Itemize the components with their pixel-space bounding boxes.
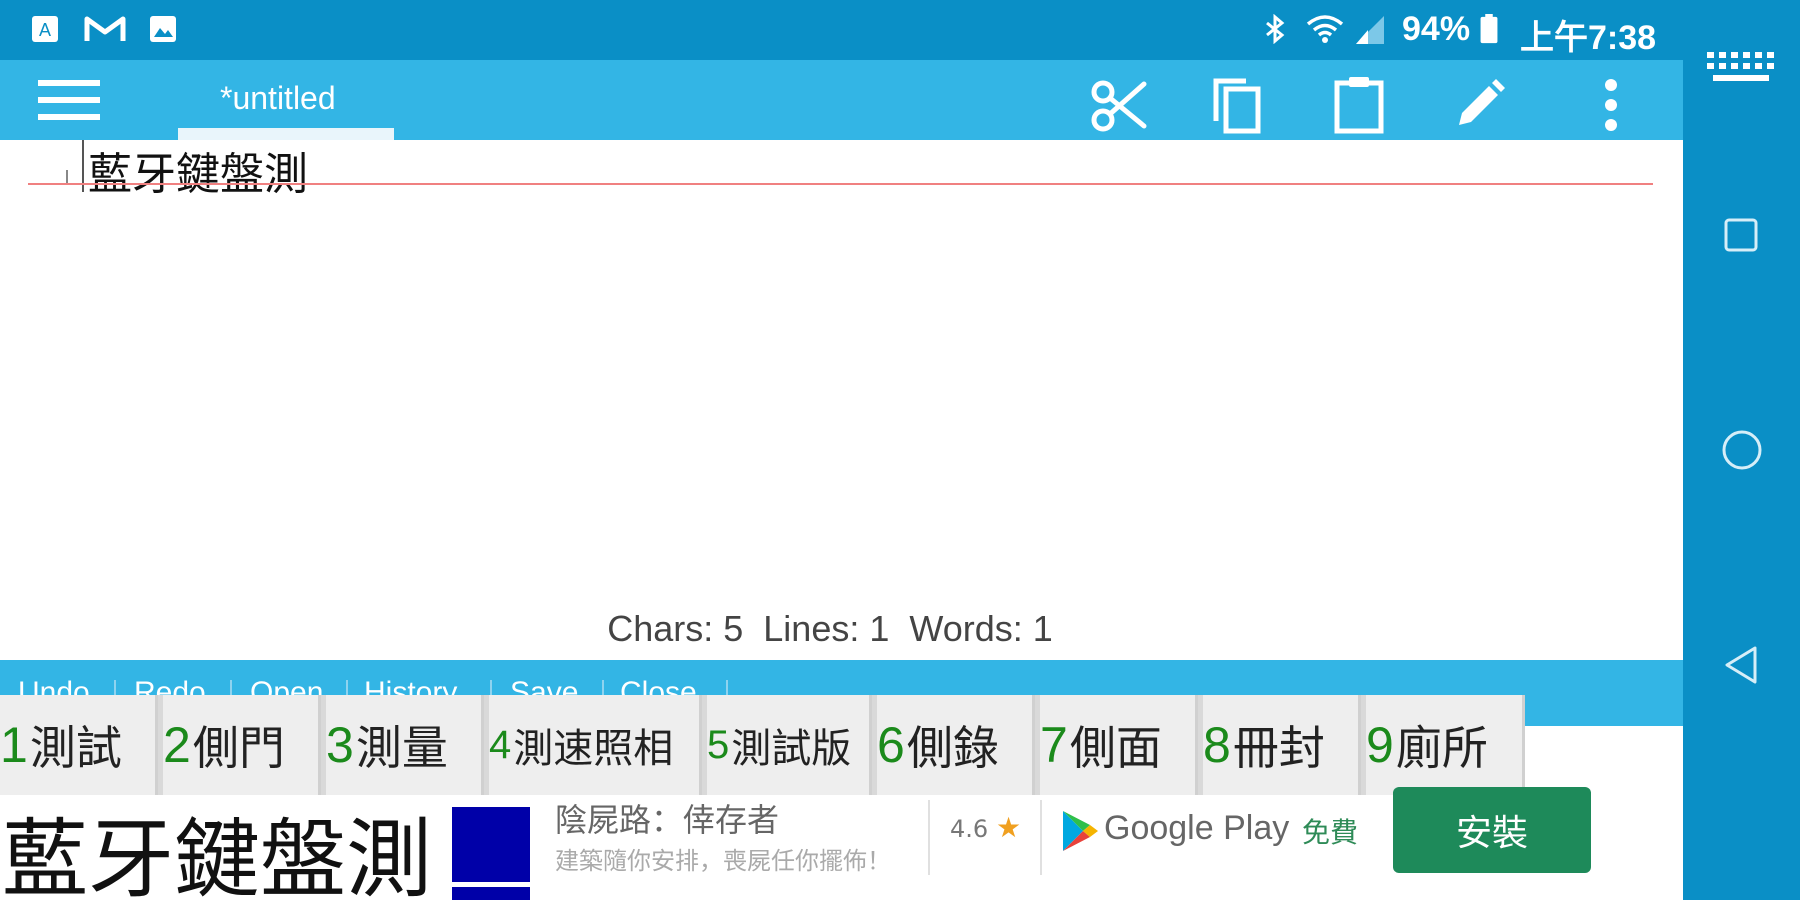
status-bar: A 94% 上午7:38	[0, 0, 1683, 60]
menu-icon[interactable]	[36, 76, 104, 124]
candidate-4[interactable]: 4 測速照相	[489, 695, 702, 795]
text-editor[interactable]: 藍牙鍵盤測	[0, 140, 1683, 660]
cut-icon	[1091, 80, 1147, 132]
ad-app-icon-edge	[452, 887, 530, 900]
tab-untitled[interactable]: *untitled	[178, 60, 394, 140]
ime-candidate-bar: 1 測試 2 側門 3 測量 4 測速照相 5 測試版 6 側錄 7 側面 8 冊封 9 廁所	[0, 695, 1525, 795]
cut-button[interactable]	[1084, 70, 1154, 140]
ad-rating: 4.6	[950, 815, 989, 843]
more-options-button[interactable]	[1576, 70, 1646, 140]
candidate-7[interactable]: 7 側面	[1040, 695, 1198, 795]
candidate-number: 2	[163, 717, 191, 773]
candidate-number: 7	[1040, 717, 1068, 773]
ad-app-icon	[452, 807, 530, 882]
candidate-number: 5	[707, 722, 730, 767]
more-vert-icon	[1605, 79, 1617, 131]
svg-text:A: A	[39, 20, 51, 40]
editor-content[interactable]: 藍牙鍵盤測	[88, 138, 308, 202]
recents-icon[interactable]	[1723, 217, 1759, 253]
store-name: Google Play	[1104, 809, 1290, 847]
price-label: 免費	[1302, 816, 1359, 849]
home-icon[interactable]	[1721, 429, 1763, 471]
candidate-6[interactable]: 6 側錄	[877, 695, 1035, 795]
current-line-rule	[28, 183, 1653, 185]
app-a-icon: A	[32, 16, 58, 42]
bluetooth-icon	[1266, 14, 1285, 44]
star-icon: ★	[996, 811, 1022, 844]
candidate-word: 側面	[1069, 721, 1162, 775]
candidate-3[interactable]: 3 測量	[326, 695, 484, 795]
keyboard-icon[interactable]	[1703, 48, 1779, 96]
ad-subtitle: 建築隨你安排，喪屍任你擺佈！	[555, 847, 891, 875]
candidate-9[interactable]: 9 廁所	[1366, 695, 1525, 795]
candidate-word: 廁所	[1395, 721, 1488, 775]
gmail-icon	[84, 16, 126, 41]
candidate-word: 測試	[29, 721, 122, 775]
clock: 上午7:38	[1520, 19, 1657, 57]
candidate-number: 6	[877, 717, 905, 773]
edit-icon	[1459, 79, 1505, 125]
candidate-word: 測速照相	[513, 726, 674, 772]
candidate-number: 8	[1203, 717, 1231, 773]
back-icon[interactable]	[1723, 645, 1759, 685]
candidate-5[interactable]: 5 測試版	[707, 695, 872, 795]
battery-icon	[1480, 14, 1498, 44]
ad-title: 陰屍路：倖存者	[555, 801, 780, 839]
candidate-word: 側錄	[906, 721, 999, 775]
candidate-number: 4	[489, 722, 512, 767]
google-play-icon	[1063, 811, 1098, 851]
signal-icon	[1356, 16, 1384, 44]
edit-button[interactable]	[1444, 70, 1514, 140]
gallery-icon	[150, 16, 176, 42]
battery-percent: 94%	[1402, 10, 1471, 48]
candidate-8[interactable]: 8 冊封	[1203, 695, 1361, 795]
candidate-word: 冊封	[1232, 721, 1325, 775]
divider	[928, 800, 930, 875]
install-button[interactable]: 安裝	[1393, 787, 1591, 873]
composing-text: 藍牙鍵盤測	[2, 810, 432, 910]
candidate-word: 測量	[355, 721, 448, 775]
navigation-bar	[1683, 0, 1800, 900]
candidate-2[interactable]: 2 側門	[163, 695, 321, 795]
candidate-number: 1	[0, 717, 28, 773]
paste-button[interactable]	[1324, 70, 1394, 140]
line-marker	[66, 170, 68, 184]
divider	[1040, 800, 1042, 875]
ad-banner[interactable]: 藍牙鍵盤測 陰屍路：倖存者 建築隨你安排，喪屍任你擺佈！ 4.6 ★ Googl…	[0, 787, 1683, 910]
document-stats: Chars: 5 Lines: 1 Words: 1	[607, 608, 1053, 649]
copy-icon	[1213, 78, 1261, 134]
paste-icon	[1334, 77, 1384, 134]
candidate-1[interactable]: 1 測試	[0, 695, 158, 795]
candidate-number: 9	[1366, 717, 1394, 773]
tab-title: *untitled	[220, 80, 336, 116]
copy-button[interactable]	[1204, 70, 1274, 140]
candidate-word: 側門	[192, 721, 285, 775]
wifi-icon	[1306, 15, 1344, 43]
candidate-number: 3	[326, 717, 354, 773]
candidate-word: 測試版	[731, 726, 852, 772]
